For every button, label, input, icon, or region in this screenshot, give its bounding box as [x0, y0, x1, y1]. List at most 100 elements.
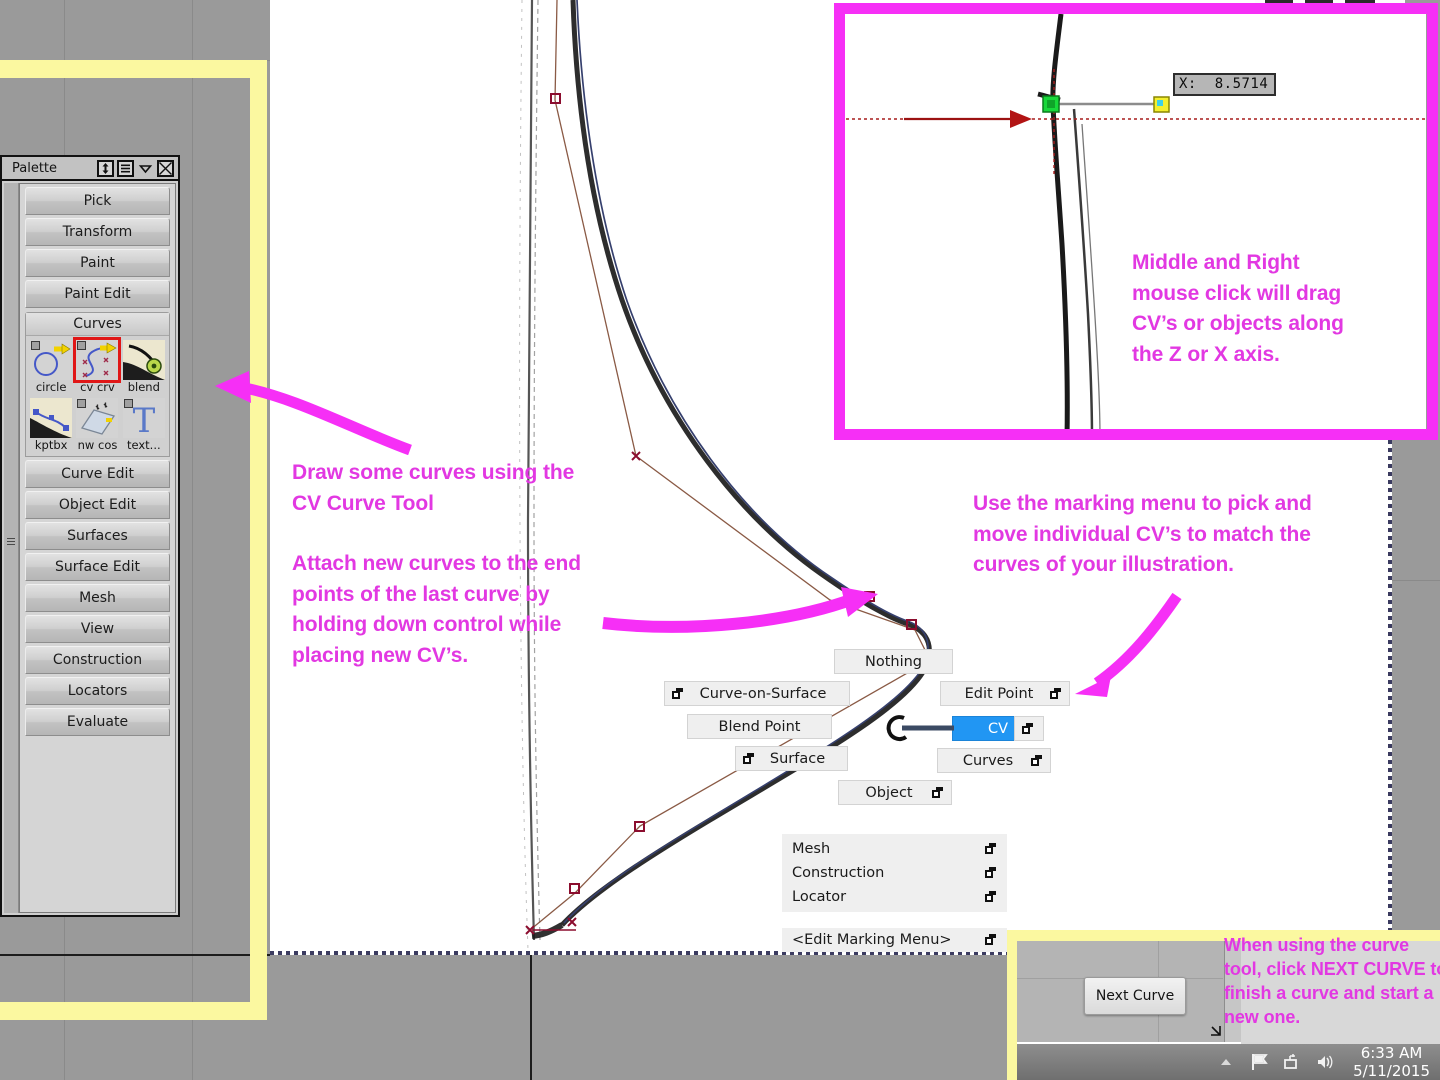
tool-label: text...	[126, 438, 161, 452]
tool-label: cv crv	[80, 380, 115, 394]
marking-menu-item-edit-marking-menu[interactable]: <Edit Marking Menu>	[782, 928, 1007, 952]
tool-blend[interactable]: blend	[121, 340, 167, 394]
svg-text:T: T	[132, 401, 155, 438]
option-box-icon[interactable]	[985, 843, 997, 855]
tool-text[interactable]: T text...	[121, 398, 167, 452]
arrow-to-curve-endpoint	[602, 587, 878, 633]
marking-menu-cursor-icon	[886, 715, 954, 741]
resize-vertical-icon[interactable]	[97, 159, 114, 177]
marking-menu-label: <Edit Marking Menu>	[792, 932, 952, 948]
palette-item-label: Surfaces	[67, 528, 128, 544]
tool-label: kptbx	[34, 438, 68, 452]
palette-item-view[interactable]: View	[25, 615, 170, 643]
palette-item-surface-edit[interactable]: Surface Edit	[25, 553, 170, 581]
marking-menu-item-construction[interactable]: Construction	[782, 861, 1007, 885]
option-box-icon[interactable]	[743, 752, 755, 765]
next-curve-note: When using the curve tool, click NEXT CU…	[1224, 935, 1440, 1027]
volume-speaker-icon[interactable]	[1315, 1052, 1335, 1072]
palette-item-label: Paint	[80, 255, 115, 271]
marking-menu-item-curve-on-surface[interactable]: Curve-on-Surface	[664, 681, 850, 706]
palette-section-title[interactable]: Curves	[26, 313, 169, 336]
palette-titlebar[interactable]: Palette	[2, 157, 178, 181]
marking-menu-item-mesh[interactable]: Mesh	[782, 837, 1007, 861]
marking-menu-item-object[interactable]: Object	[838, 780, 952, 805]
tool-nw-cos[interactable]: nw cos	[74, 398, 120, 452]
menu-list-icon[interactable]	[117, 159, 134, 177]
show-hidden-icons-arrow[interactable]	[1216, 1052, 1236, 1072]
attach-curves-note: Attach new curves to the end points of t…	[292, 552, 581, 667]
option-square-icon[interactable]	[77, 399, 87, 408]
windows-taskbar: 6:33 AM 5/11/2015	[1017, 1044, 1440, 1080]
option-box-icon[interactable]	[672, 687, 684, 700]
marking-menu-item-edit-point[interactable]: Edit Point	[940, 681, 1070, 706]
marking-menu-label: Curves	[962, 752, 1014, 769]
palette-item-evaluate[interactable]: Evaluate	[25, 708, 170, 736]
palette-item-construction[interactable]: Construction	[25, 646, 170, 674]
grid-line-left-2	[192, 0, 193, 1080]
next-curve-label: Next Curve	[1095, 988, 1175, 1004]
close-icon[interactable]	[157, 159, 174, 177]
option-box-icon[interactable]	[985, 867, 997, 879]
marking-menu-label: Construction	[792, 865, 885, 881]
marking-menu-item-surface[interactable]: Surface	[735, 746, 848, 771]
option-box-icon[interactable]	[932, 786, 944, 799]
palette-item-curve-edit[interactable]: Curve Edit	[25, 460, 170, 488]
marking-menu-item-blend-point[interactable]: Blend Point	[687, 714, 832, 739]
chevron-down-icon[interactable]	[137, 160, 154, 177]
flag-action-center-icon[interactable]	[1249, 1052, 1269, 1072]
marking-menu-label: Mesh	[792, 841, 831, 857]
curves-tool-row-2: kptbx nw cos T text...	[26, 394, 169, 452]
tool-kptbx[interactable]: kptbx	[28, 398, 74, 452]
marking-menu-label: Nothing	[864, 653, 923, 670]
palette-title-label: Palette	[12, 160, 58, 176]
network-icon[interactable]	[1282, 1052, 1302, 1072]
tool-circle[interactable]: circle	[28, 340, 74, 394]
palette-highlight-top	[0, 60, 267, 78]
option-square-icon[interactable]	[77, 341, 87, 350]
palette-item-label: Locators	[67, 683, 128, 699]
marking-menu-label: Edit Point	[964, 685, 1034, 702]
palette-item-label: View	[80, 621, 115, 637]
next-curve-button[interactable]: Next Curve	[1084, 977, 1186, 1015]
viewport-divider-horizontal	[0, 954, 270, 956]
arrow-to-edit-point	[1075, 592, 1182, 697]
marking-menu-label: Surface	[769, 750, 826, 767]
tool-cv-curve[interactable]: cv crv	[73, 337, 122, 394]
tool-label: circle	[35, 380, 67, 394]
option-box-icon[interactable]	[1031, 754, 1043, 767]
palette-item-label: Evaluate	[66, 714, 129, 730]
marking-menu-secondary-group: Mesh Construction Locator	[782, 834, 1007, 912]
viewport-divider-vertical	[530, 955, 532, 1080]
palette-item-paint[interactable]: Paint	[25, 249, 170, 277]
palette-item-transform[interactable]: Transform	[25, 218, 170, 246]
marking-menu-item-cv-option[interactable]	[1014, 716, 1044, 741]
option-square-icon[interactable]	[123, 399, 133, 408]
palette-window[interactable]: Palette Pick Transform Paint Paint Edit …	[0, 155, 180, 917]
palette-button-list: Pick Transform Paint Paint Edit Curves c…	[19, 183, 176, 913]
cv-curve-tool-icon	[73, 337, 122, 383]
marking-menu-item-curves[interactable]: Curves	[937, 748, 1051, 773]
palette-drag-gutter[interactable]	[4, 183, 19, 913]
palette-item-object-edit[interactable]: Object Edit	[25, 491, 170, 519]
marking-menu-edit-group: <Edit Marking Menu>	[782, 928, 1007, 952]
palette-item-pick[interactable]: Pick	[25, 187, 170, 215]
palette-item-mesh[interactable]: Mesh	[25, 584, 170, 612]
curves-tool-row-1: circle cv crv blend	[26, 336, 169, 394]
palette-item-label: Construction	[52, 652, 143, 668]
marking-menu-item-locator[interactable]: Locator	[782, 885, 1007, 909]
option-box-icon[interactable]	[985, 891, 997, 903]
taskbar-clock[interactable]: 6:33 AM 5/11/2015	[1343, 1044, 1440, 1080]
palette-item-paint-edit[interactable]: Paint Edit	[25, 280, 170, 308]
option-box-icon[interactable]	[1022, 722, 1034, 735]
palette-item-locators[interactable]: Locators	[25, 677, 170, 705]
marking-menu-item-nothing[interactable]: Nothing	[834, 649, 953, 674]
palette-item-label: Pick	[83, 193, 112, 209]
screenshot-root: Palette Pick Transform Paint Paint Edit …	[0, 0, 1440, 1080]
tool-label: blend	[127, 380, 160, 394]
palette-item-surfaces[interactable]: Surfaces	[25, 522, 170, 550]
inset-resize-grip-icon[interactable]	[1207, 1023, 1223, 1039]
option-box-icon[interactable]	[985, 934, 997, 946]
palette-highlight-bottom	[0, 1002, 267, 1020]
option-square-icon[interactable]	[31, 341, 41, 350]
blend-curve-icon	[122, 340, 165, 380]
